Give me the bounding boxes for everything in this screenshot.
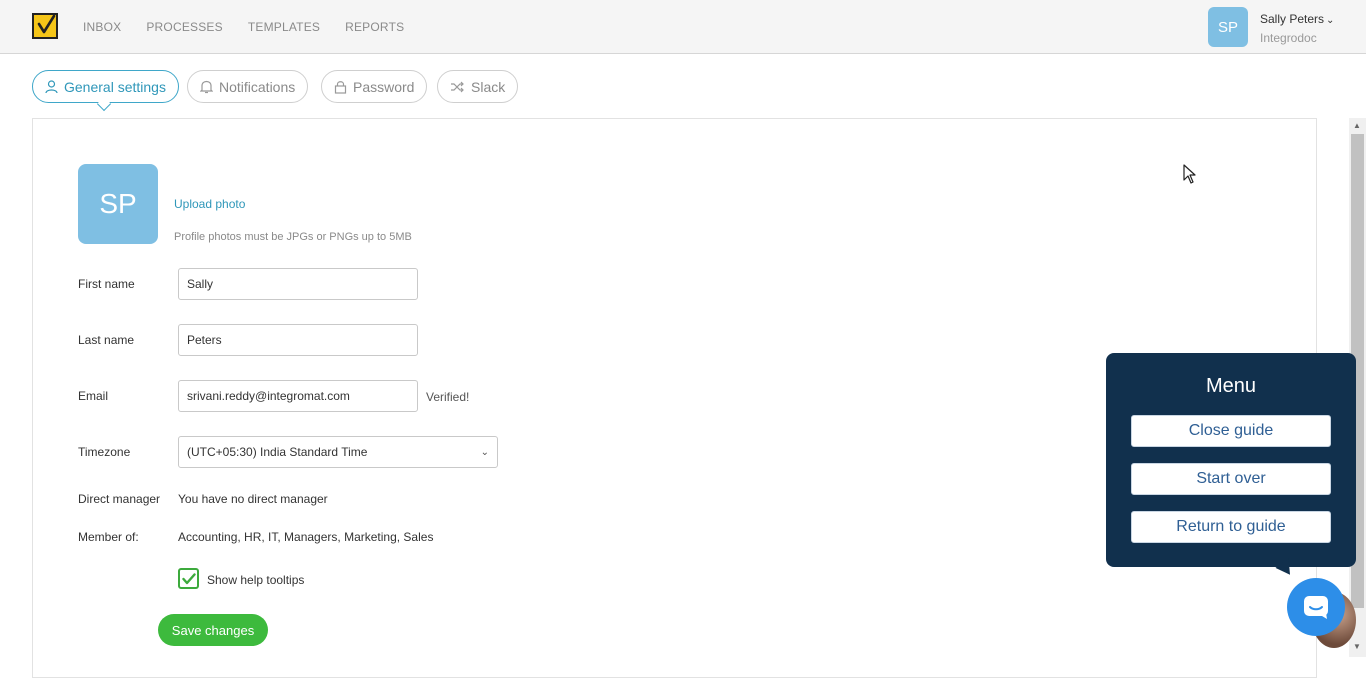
chat-icon — [1304, 596, 1328, 619]
return-to-guide-button[interactable]: Return to guide — [1131, 511, 1331, 543]
tab-slack[interactable]: Slack — [437, 70, 519, 103]
shuffle-icon — [451, 81, 464, 92]
mouse-cursor-icon — [1183, 164, 1197, 189]
app-logo-icon[interactable] — [32, 13, 58, 39]
direct-manager-label: Direct manager — [78, 492, 161, 506]
start-over-button[interactable]: Start over — [1131, 463, 1331, 495]
email-label: Email — [78, 389, 109, 403]
member-of-label: Member of: — [78, 530, 139, 544]
last-name-field[interactable] — [178, 324, 418, 356]
top-bar: INBOX PROCESSES TEMPLATES REPORTS SP Sal… — [0, 0, 1366, 54]
chevron-down-icon: ⌄ — [480, 446, 489, 458]
first-name-label: First name — [78, 277, 135, 291]
guide-menu-title: Menu — [1205, 375, 1257, 397]
user-org: Integrodoc — [1260, 31, 1317, 45]
user-avatar[interactable]: SP — [1208, 7, 1248, 47]
bell-icon — [200, 80, 213, 93]
chevron-down-icon: ⌄ — [1326, 15, 1335, 26]
checkmark-icon — [181, 572, 196, 584]
upload-photo-link[interactable]: Upload photo — [174, 197, 245, 211]
timezone-label: Timezone — [78, 445, 131, 459]
main-nav: INBOX PROCESSES TEMPLATES REPORTS — [83, 19, 429, 35]
guide-menu: Menu Close guide Start over Return to gu… — [1106, 353, 1356, 567]
nav-inbox[interactable]: INBOX — [83, 19, 121, 35]
user-menu[interactable]: Sally Peters ⌄ — [1260, 12, 1334, 26]
tab-label: General settings — [64, 78, 166, 95]
show-help-tooltips-label[interactable]: Show help tooltips — [207, 573, 304, 587]
first-name-field[interactable] — [178, 268, 418, 300]
tab-notifications[interactable]: Notifications — [187, 70, 309, 103]
last-name-label: Last name — [78, 333, 135, 347]
upload-hint: Profile photos must be JPGs or PNGs up t… — [174, 231, 412, 243]
close-guide-button[interactable]: Close guide — [1131, 415, 1331, 447]
lock-icon — [334, 80, 347, 94]
nav-processes[interactable]: PROCESSES — [146, 19, 223, 35]
timezone-value: (UTC+05:30) India Standard Time — [187, 445, 368, 459]
user-name: Sally Peters — [1260, 12, 1325, 26]
scroll-up-arrow-icon[interactable]: ▲ — [1353, 121, 1361, 130]
scroll-down-arrow-icon[interactable]: ▼ — [1353, 642, 1361, 651]
member-of-value: Accounting, HR, IT, Managers, Marketing,… — [178, 530, 434, 544]
show-help-tooltips-checkbox[interactable] — [178, 568, 199, 589]
tab-password[interactable]: Password — [321, 70, 428, 103]
save-changes-button[interactable]: Save changes — [158, 614, 268, 646]
nav-reports[interactable]: REPORTS — [345, 19, 404, 35]
email-verified-status: Verified! — [426, 390, 470, 404]
nav-templates[interactable]: TEMPLATES — [248, 19, 320, 35]
chat-launcher-button[interactable] — [1287, 578, 1345, 636]
profile-avatar: SP — [78, 164, 158, 244]
timezone-select[interactable]: (UTC+05:30) India Standard Time ⌄ — [178, 436, 498, 468]
tab-label: Slack — [471, 78, 506, 95]
tab-label: Notifications — [219, 78, 296, 95]
email-field[interactable] — [178, 380, 418, 412]
tab-label: Password — [353, 78, 415, 95]
user-icon — [45, 79, 58, 93]
direct-manager-value: You have no direct manager — [178, 492, 328, 506]
